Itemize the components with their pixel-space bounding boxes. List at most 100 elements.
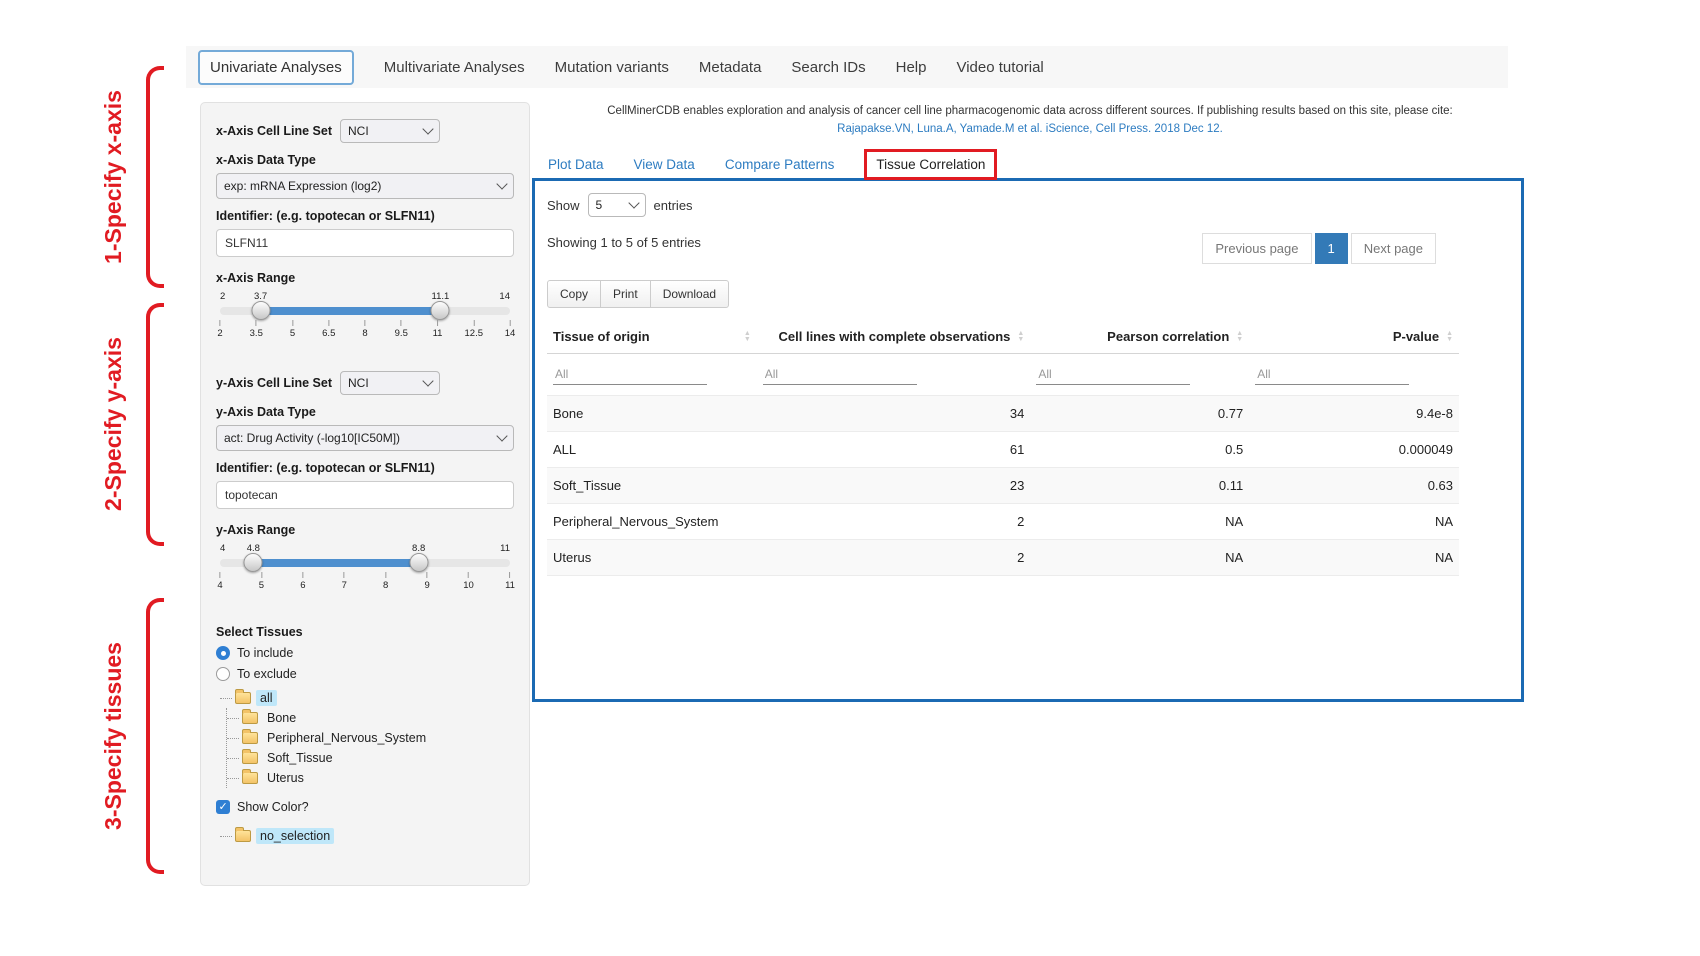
page: 1-Specify x-axis 2-Specify y-axis 3-Spec…	[0, 0, 1700, 956]
tree-label-all[interactable]: all	[256, 690, 277, 706]
tree-node-soft-tissue[interactable]: Soft_Tissue	[227, 748, 514, 768]
filter-input-tissue[interactable]	[553, 364, 707, 385]
y-axis-section: y-Axis Cell Line Set NCI y-Axis Data Typ…	[216, 371, 514, 607]
tab-multivariate-analyses[interactable]: Multivariate Analyses	[384, 59, 525, 76]
subtab-view-data[interactable]: View Data	[634, 157, 695, 172]
tree-label[interactable]: Uterus	[263, 770, 308, 786]
tab-help[interactable]: Help	[896, 59, 927, 76]
y-range-handle-low[interactable]	[244, 553, 263, 572]
table-row[interactable]: Soft_Tissue 23 0.11 0.63	[547, 468, 1459, 504]
x-identifier-input[interactable]	[216, 229, 514, 257]
tab-univariate-analyses[interactable]: Univariate Analyses	[198, 50, 354, 85]
y-range-handle-high[interactable]	[409, 553, 428, 572]
radio-unselected-icon[interactable]	[216, 667, 230, 681]
folder-icon	[242, 732, 258, 744]
y-data-type-select[interactable]: act: Drug Activity (-log10[IC50M])	[216, 425, 514, 451]
col-header-tissue[interactable]: Tissue of origin ▲▼	[547, 320, 757, 354]
exclude-radio[interactable]: To exclude	[216, 667, 514, 681]
x-range-handle-low[interactable]	[251, 301, 270, 320]
tree-label[interactable]: Peripheral_Nervous_System	[263, 730, 430, 746]
col-header-cell-lines[interactable]: Cell lines with complete observations ▲▼	[757, 320, 1031, 354]
table-row[interactable]: ALL 61 0.5 0.000049	[547, 432, 1459, 468]
slider-tick: 5	[290, 320, 295, 339]
download-button[interactable]: Download	[650, 280, 729, 308]
slider-tick: 3.5	[250, 320, 263, 339]
y-data-type-label: y-Axis Data Type	[216, 405, 514, 419]
no-selection-tree: no_selection	[220, 826, 514, 846]
select-tissues-label: Select Tissues	[216, 625, 514, 639]
subtabs: Plot Data View Data Compare Patterns Tis…	[548, 149, 997, 180]
x-identifier-label: Identifier: (e.g. topotecan or SLFN11)	[216, 209, 514, 223]
sort-icon[interactable]: ▲▼	[744, 331, 751, 343]
checkbox-checked-icon[interactable]	[216, 800, 230, 814]
x-range-handle-high[interactable]	[431, 301, 450, 320]
page-size-select[interactable]: 5	[588, 193, 646, 217]
tree-label[interactable]: Soft_Tissue	[263, 750, 337, 766]
table-row[interactable]: Bone 34 0.77 9.4e-8	[547, 396, 1459, 432]
tree-node-no-selection[interactable]: no_selection	[220, 826, 514, 846]
tree-connector	[227, 728, 239, 748]
tree-node-uterus[interactable]: Uterus	[227, 768, 514, 788]
copy-button[interactable]: Copy	[547, 280, 601, 308]
print-button[interactable]: Print	[600, 280, 651, 308]
tree-connector	[220, 688, 232, 708]
table-cell: Peripheral_Nervous_System	[547, 504, 757, 540]
col-header-pvalue[interactable]: P-value ▲▼	[1249, 320, 1459, 354]
tree-node-peripheral-nervous-system[interactable]: Peripheral_Nervous_System	[227, 728, 514, 748]
radio-selected-icon[interactable]	[216, 646, 230, 660]
control-sidebar: x-Axis Cell Line Set NCI x-Axis Data Typ…	[200, 102, 530, 886]
tree-connector	[227, 768, 239, 788]
annotation-label-x-axis: 1-Specify x-axis	[100, 52, 130, 302]
table-cell: 0.5	[1030, 432, 1249, 468]
col-header-label: Pearson correlation	[1107, 329, 1229, 344]
citation-link[interactable]: Rajapakse.VN, Luna.A, Yamade.M et al. iS…	[545, 121, 1515, 139]
folder-icon	[242, 712, 258, 724]
slider-track[interactable]	[220, 559, 510, 567]
filter-input-cell-lines[interactable]	[763, 364, 917, 385]
show-color-checkbox[interactable]: Show Color?	[216, 800, 514, 814]
slider-track[interactable]	[220, 307, 510, 315]
tree-children: Bone Peripheral_Nervous_System Soft_Tiss…	[226, 708, 514, 788]
include-radio[interactable]: To include	[216, 646, 514, 660]
tree-node-bone[interactable]: Bone	[227, 708, 514, 728]
tab-search-ids[interactable]: Search IDs	[791, 59, 865, 76]
x-cell-line-set-label: x-Axis Cell Line Set	[216, 124, 332, 138]
tree-label[interactable]: Bone	[263, 710, 300, 726]
x-cell-line-set-select[interactable]: NCI	[340, 119, 440, 143]
tree-label-no-selection[interactable]: no_selection	[256, 828, 334, 844]
sort-icon[interactable]: ▲▼	[1236, 331, 1243, 343]
sort-icon[interactable]: ▲▼	[1446, 331, 1453, 343]
slider-fill	[253, 559, 418, 567]
filter-input-pearson[interactable]	[1036, 364, 1190, 385]
x-data-type-label: x-Axis Data Type	[216, 153, 514, 167]
x-data-type-select[interactable]: exp: mRNA Expression (log2)	[216, 173, 514, 199]
y-identifier-input[interactable]	[216, 481, 514, 509]
y-range-label: y-Axis Range	[216, 523, 514, 537]
col-header-pearson[interactable]: Pearson correlation ▲▼	[1030, 320, 1249, 354]
table-cell: NA	[1030, 540, 1249, 576]
subtab-compare-patterns[interactable]: Compare Patterns	[725, 157, 835, 172]
col-header-label: Tissue of origin	[553, 329, 650, 344]
tab-mutation-variants[interactable]: Mutation variants	[555, 59, 669, 76]
entries-label: entries	[654, 198, 693, 213]
tab-video-tutorial[interactable]: Video tutorial	[956, 59, 1043, 76]
x-range-slider[interactable]: 2 3.7 11.1 14 2 3.5 5 6.5 8 9.5	[220, 291, 510, 355]
col-header-label: P-value	[1393, 329, 1439, 344]
previous-page-button[interactable]: Previous page	[1202, 233, 1311, 264]
annotation-label-y-axis: 2-Specify y-axis	[100, 299, 130, 549]
sort-icon[interactable]: ▲▼	[1017, 331, 1024, 343]
filter-input-pvalue[interactable]	[1255, 364, 1409, 385]
tab-metadata[interactable]: Metadata	[699, 59, 762, 76]
table-cell: ALL	[547, 432, 757, 468]
slider-min-label: 4	[220, 543, 225, 554]
page-1-button[interactable]: 1	[1315, 233, 1348, 264]
next-page-button[interactable]: Next page	[1351, 233, 1436, 264]
table-row[interactable]: Uterus 2 NA NA	[547, 540, 1459, 576]
table-row[interactable]: Peripheral_Nervous_System 2 NA NA	[547, 504, 1459, 540]
subtab-tissue-correlation[interactable]: Tissue Correlation	[864, 149, 997, 180]
y-range-slider[interactable]: 4 4.8 8.8 11 4 5 6 7 8 9 10	[220, 543, 510, 607]
tree-node-all[interactable]: all	[220, 688, 514, 708]
y-cell-line-set-select[interactable]: NCI	[340, 371, 440, 395]
subtab-plot-data[interactable]: Plot Data	[548, 157, 604, 172]
slider-tick: 6.5	[322, 320, 335, 339]
